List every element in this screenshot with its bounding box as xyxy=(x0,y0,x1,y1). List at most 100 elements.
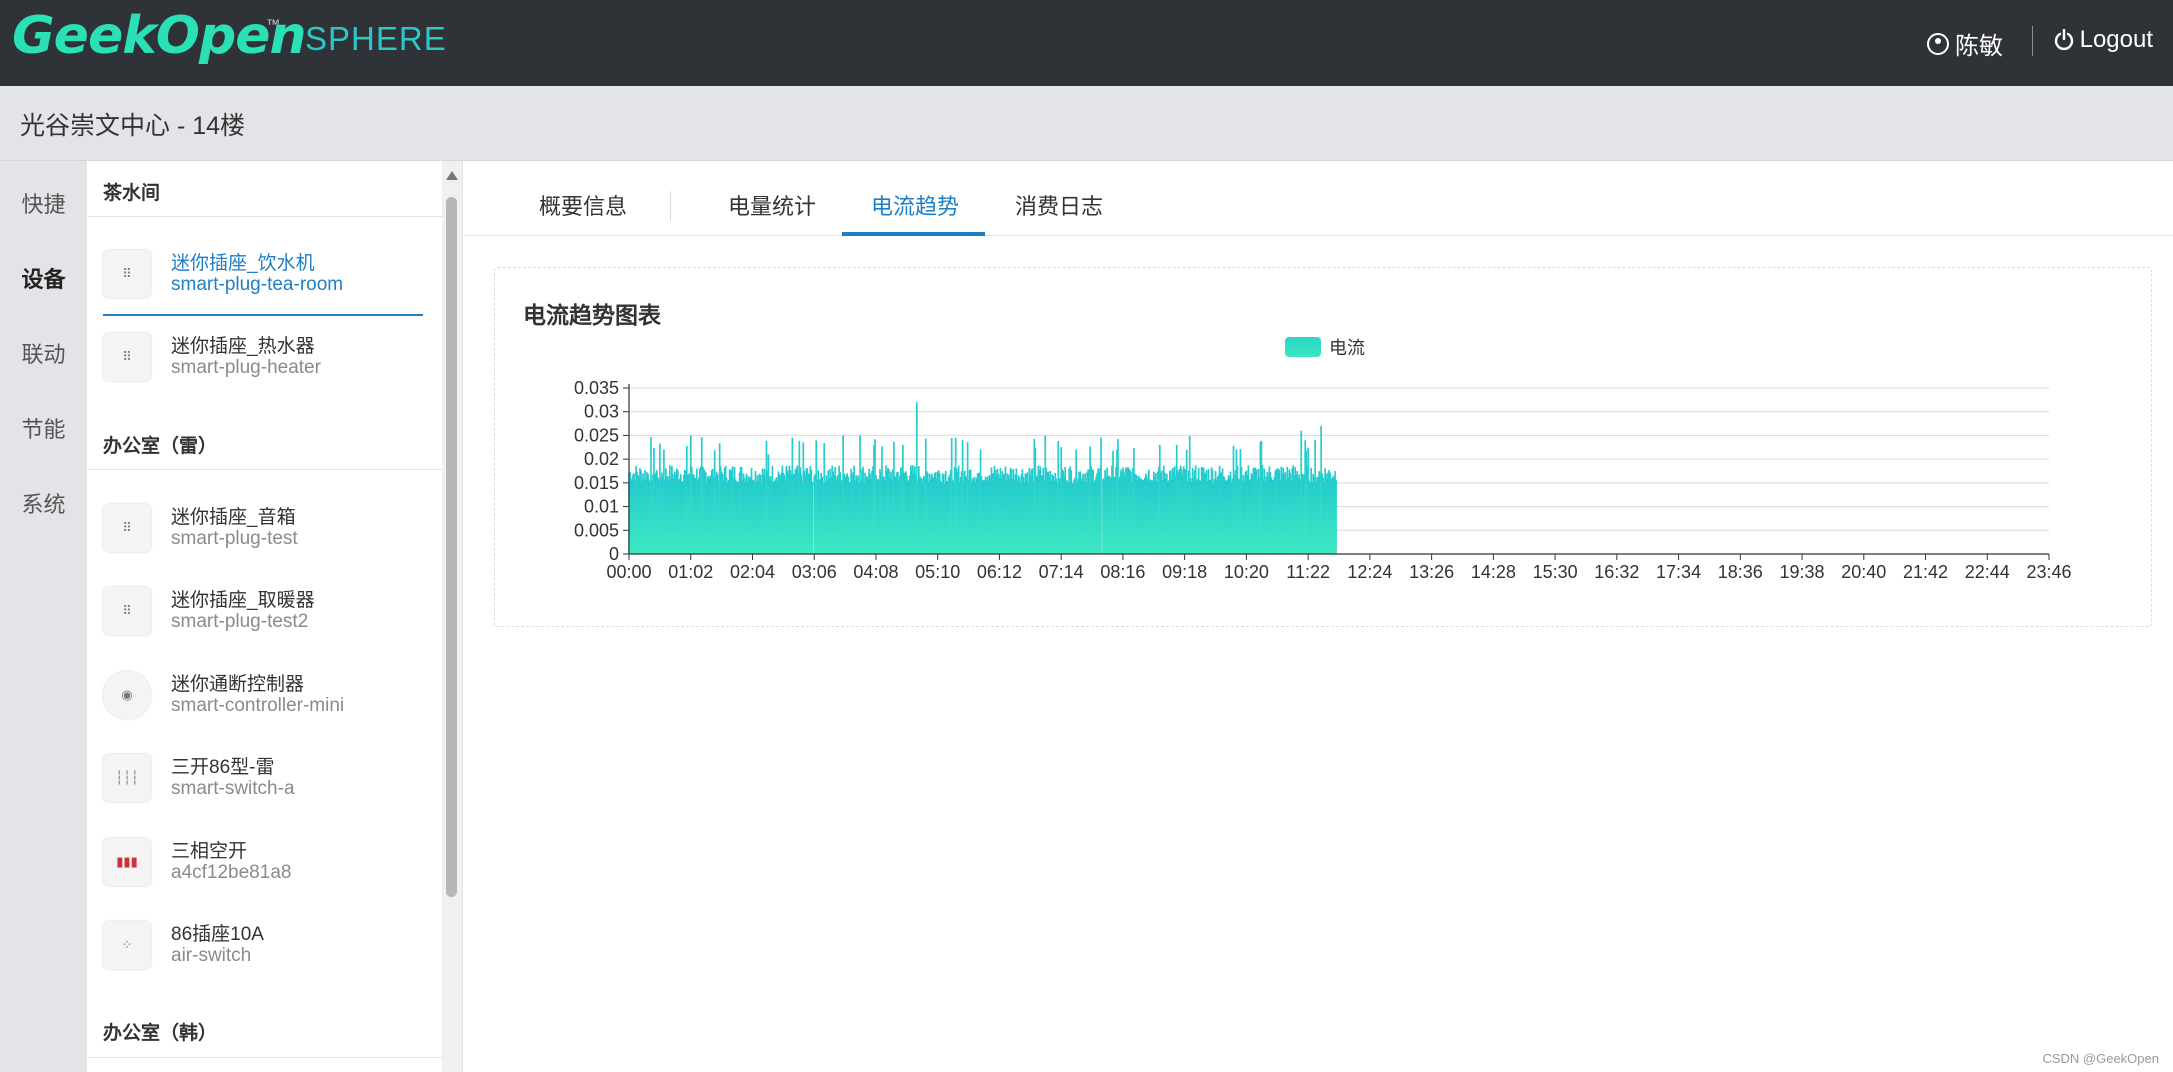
nav-item-shortcuts[interactable]: 快捷 xyxy=(0,187,87,219)
x-tick-label: 07:14 xyxy=(1039,562,1084,582)
header-divider xyxy=(2032,26,2033,56)
nav-item-devices[interactable]: 设备 xyxy=(0,262,87,294)
device-item[interactable]: ┆┆┆ 三开86型-雷 smart-switch-a xyxy=(103,740,423,820)
plug-icon: ⠿ xyxy=(103,250,151,298)
device-id: smart-controller-mini xyxy=(171,695,345,716)
trademark-symbol: ™ xyxy=(266,16,280,32)
x-tick-label: 08:16 xyxy=(1100,562,1145,582)
device-list-scrollbar[interactable] xyxy=(442,161,462,1072)
group-divider xyxy=(87,216,442,217)
y-tick-label: 0 xyxy=(609,544,619,564)
y-tick-label: 0.005 xyxy=(574,520,619,540)
device-name: 86插座10A xyxy=(171,924,264,945)
tab-divider xyxy=(670,191,671,221)
x-tick-label: 21:42 xyxy=(1903,562,1948,582)
left-nav: 快捷 设备 联动 节能 系统 xyxy=(0,161,87,1072)
device-item[interactable]: ⠿ 迷你插座_热水器 smart-plug-heater xyxy=(103,319,423,399)
brand-logo[interactable]: GeekOpen xyxy=(12,6,307,66)
current-bar xyxy=(1335,480,1337,554)
y-tick-label: 0.035 xyxy=(574,378,619,398)
tab-overview[interactable]: 概要信息 xyxy=(539,189,627,221)
x-tick-label: 11:22 xyxy=(1286,562,1330,582)
breaker-icon: ▮▮▮ xyxy=(103,838,151,886)
device-name: 迷你插座_饮水机 xyxy=(171,253,315,274)
device-name: 三开86型-雷 xyxy=(171,757,275,778)
nav-item-energy[interactable]: 节能 xyxy=(0,412,87,444)
x-tick-label: 18:36 xyxy=(1718,562,1763,582)
x-tick-label: 23:46 xyxy=(2026,562,2071,582)
x-tick-label: 09:18 xyxy=(1162,562,1207,582)
logout-label: Logout xyxy=(2079,26,2153,53)
device-name: 迷你插座_热水器 xyxy=(171,336,315,357)
y-tick-label: 0.02 xyxy=(584,449,619,469)
x-tick-label: 04:08 xyxy=(853,562,898,582)
location-bar: 光谷崇文中心 - 14楼 xyxy=(0,86,2173,161)
x-tick-label: 05:10 xyxy=(915,562,960,582)
x-tick-label: 16:32 xyxy=(1594,562,1639,582)
current-trend-chart[interactable]: 0 0.005 0.01 0.015 0.02 0.025 0.03 0.035 00:00 01… xyxy=(495,268,2153,628)
device-id: a4cf12be81a8 xyxy=(171,862,292,883)
group-title: 办公室（雷） xyxy=(103,436,218,457)
device-item[interactable]: ⠿ 迷你插座_饮水机 smart-plug-tea-room xyxy=(103,236,423,316)
group-divider xyxy=(87,1057,442,1058)
x-tick-label: 00:00 xyxy=(606,562,651,582)
tab-consumption-log[interactable]: 消费日志 xyxy=(1015,189,1103,221)
x-tick-label: 14:28 xyxy=(1471,562,1516,582)
group-divider xyxy=(87,469,442,470)
x-tick-label: 20:40 xyxy=(1841,562,1886,582)
device-item[interactable]: ⁘ 86插座10A air-switch xyxy=(103,907,423,987)
device-name: 迷你插座_音箱 xyxy=(171,507,296,528)
tab-current-trend[interactable]: 电流趋势 xyxy=(871,189,959,221)
x-tick-label: 15:30 xyxy=(1533,562,1578,582)
device-id: smart-plug-test xyxy=(171,528,298,549)
socket-icon: ⁘ xyxy=(103,921,151,969)
device-id: smart-switch-a xyxy=(171,778,295,799)
device-name: 三相空开 xyxy=(171,841,248,862)
nav-item-linkage[interactable]: 联动 xyxy=(0,337,87,369)
x-tick-label: 13:26 xyxy=(1409,562,1454,582)
x-tick-label: 10:20 xyxy=(1224,562,1269,582)
device-id: smart-plug-heater xyxy=(171,357,321,378)
controller-icon: ◉ xyxy=(103,671,151,719)
device-id: smart-plug-test2 xyxy=(171,611,309,632)
scroll-thumb[interactable] xyxy=(446,197,457,897)
scroll-up-arrow-icon[interactable] xyxy=(446,171,458,180)
device-item[interactable]: ⠿ 迷你插座_音箱 smart-plug-test xyxy=(103,490,423,570)
x-tick-label: 19:38 xyxy=(1780,562,1825,582)
user-menu[interactable]: 陈敏 xyxy=(1927,26,2003,61)
active-tab-indicator xyxy=(842,232,985,236)
switch-icon: ┆┆┆ xyxy=(103,754,151,802)
x-tick-label: 06:12 xyxy=(977,562,1022,582)
user-name: 陈敏 xyxy=(1955,33,2003,60)
user-icon xyxy=(1927,32,1949,55)
device-id: air-switch xyxy=(171,945,252,966)
y-tick-label: 0.015 xyxy=(574,473,619,493)
chart-card: 电流趋势图表 电流 0 0.005 0.01 0.015 0.02 0.025 0.03 0.… xyxy=(494,267,2152,627)
nav-item-system[interactable]: 系统 xyxy=(0,487,87,519)
product-name: SPHERE xyxy=(305,20,447,57)
y-tick-label: 0.03 xyxy=(584,402,619,422)
x-tick-label: 12:24 xyxy=(1347,562,1392,582)
group-title: 办公室（韩） xyxy=(103,1023,218,1044)
device-item[interactable]: ◉ 迷你通断控制器 smart-controller-mini xyxy=(103,657,423,737)
device-name: 迷你插座_取暖器 xyxy=(171,590,315,611)
plug-icon: ⠿ xyxy=(103,587,151,635)
group-title: 茶水间 xyxy=(103,183,161,204)
y-tick-label: 0.01 xyxy=(584,497,619,517)
y-tick-label: 0.025 xyxy=(574,425,619,445)
plug-icon: ⠿ xyxy=(103,504,151,552)
device-name: 迷你通断控制器 xyxy=(171,674,305,695)
x-tick-label: 01:02 xyxy=(668,562,713,582)
panel-divider xyxy=(462,161,463,1072)
device-item[interactable]: ▮▮▮ 三相空开 a4cf12be81a8 xyxy=(103,824,423,904)
current-bar xyxy=(1100,437,1102,554)
device-id: smart-plug-tea-room xyxy=(171,274,344,295)
x-tick-label: 03:06 xyxy=(792,562,837,582)
power-icon xyxy=(2054,29,2073,51)
device-list: 茶水间 ⠿ 迷你插座_饮水机 smart-plug-tea-room ⠿ 迷你插… xyxy=(87,161,442,1072)
logout-button[interactable]: Logout xyxy=(2054,26,2153,54)
device-item[interactable]: ⠿ 迷你插座_取暖器 smart-plug-test2 xyxy=(103,573,423,653)
location-title: 光谷崇文中心 - 14楼 xyxy=(20,112,246,140)
tab-energy-stats[interactable]: 电量统计 xyxy=(728,189,816,221)
x-tick-label: 17:34 xyxy=(1656,562,1701,582)
